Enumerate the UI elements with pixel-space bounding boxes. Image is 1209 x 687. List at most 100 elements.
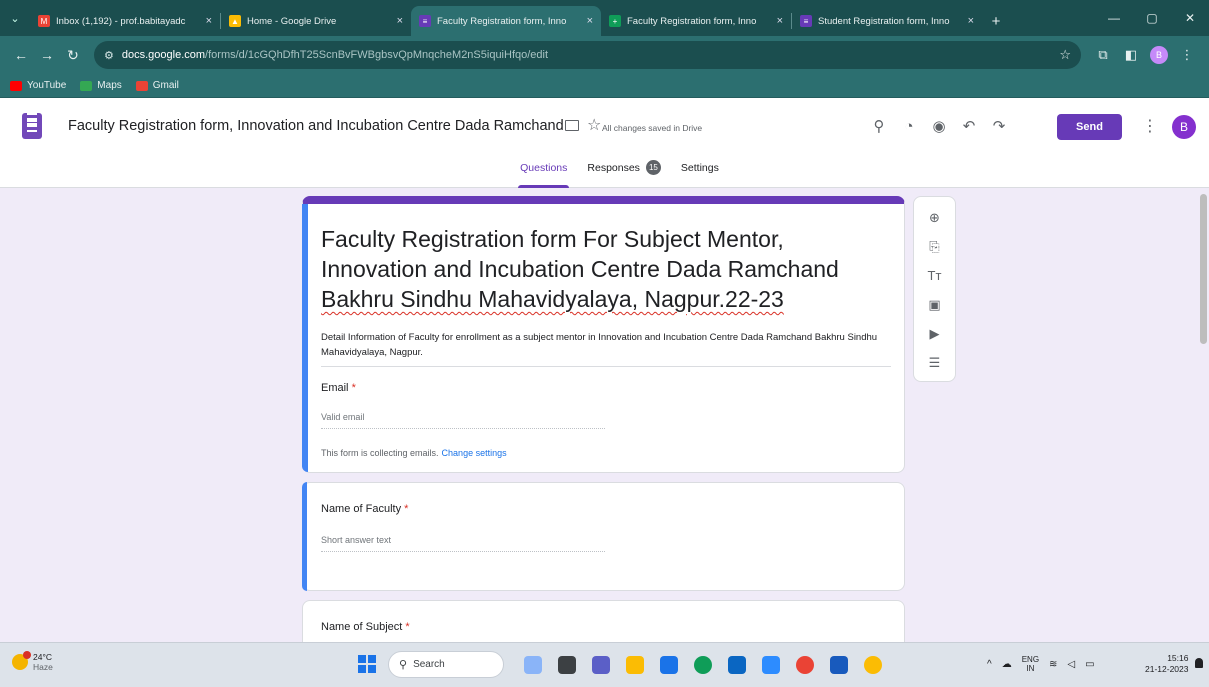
preview-eye-icon[interactable]: ◉ bbox=[924, 114, 954, 138]
battery-icon[interactable]: ▭ bbox=[1085, 659, 1094, 670]
weather-widget[interactable]: 24°C Haze bbox=[12, 651, 53, 672]
close-icon[interactable]: × bbox=[587, 15, 593, 27]
taskbar-app-zoom-icon[interactable] bbox=[756, 651, 786, 679]
add-question-icon[interactable]: ⊕ bbox=[920, 203, 950, 232]
back-icon[interactable]: ← bbox=[8, 42, 34, 68]
address-bar[interactable]: ⚙ docs.google.com /forms/d/1cGQhDfhT25Sc… bbox=[94, 41, 1081, 69]
form-title-line: Bakhru Sindhu Mahavidyalaya, Nagpur.22-2… bbox=[321, 286, 784, 312]
bookmark-youtube[interactable]: YouTube bbox=[10, 80, 66, 91]
search-icon: ⚲ bbox=[399, 659, 408, 671]
drive-icon: ▲ bbox=[229, 15, 241, 27]
taskbar-search[interactable]: ⚲ Search bbox=[388, 651, 504, 678]
taskbar-app-edge-icon[interactable] bbox=[688, 651, 718, 679]
system-tray: ^ ☁ ENG IN ≋ ◁ ▭ bbox=[987, 655, 1105, 673]
form-canvas: Faculty Registration form For Subject Me… bbox=[0, 188, 1209, 642]
wifi-icon[interactable]: ≋ bbox=[1049, 659, 1057, 670]
question-card[interactable]: Name of Subject * bbox=[302, 600, 905, 642]
taskbar-app-outlook-icon[interactable] bbox=[722, 651, 752, 679]
bookmark-gmail[interactable]: Gmail bbox=[135, 80, 179, 91]
minimize-icon[interactable]: — bbox=[1095, 0, 1133, 36]
browser-tab-faculty-form[interactable]: ≡ Faculty Registration form, Inno × bbox=[411, 6, 601, 36]
gmail-icon: M bbox=[38, 15, 50, 27]
forms-icon: ≡ bbox=[419, 15, 431, 27]
tab-label: Settings bbox=[680, 162, 719, 174]
form-description[interactable]: Detail Information of Faculty for enroll… bbox=[321, 330, 891, 367]
browser-tab-student-form[interactable]: ≡ Student Registration form, Inno × bbox=[792, 6, 982, 36]
windows-start-icon[interactable] bbox=[358, 655, 376, 673]
clock-time: 15:16 bbox=[1167, 653, 1189, 663]
language-indicator[interactable]: ENG IN bbox=[1022, 655, 1039, 673]
form-title[interactable]: Faculty Registration form For Subject Me… bbox=[321, 224, 891, 314]
taskbar-app-chat-icon[interactable] bbox=[586, 651, 616, 679]
browser-tab-strip: ⌄ M Inbox (1,192) - prof.babitayadc × ▲ … bbox=[0, 0, 1209, 36]
forms-logo-icon[interactable] bbox=[22, 113, 42, 139]
extensions-icon[interactable]: ⧉ bbox=[1089, 41, 1117, 69]
close-icon[interactable]: × bbox=[968, 15, 974, 27]
side-panel-icon[interactable]: ◧ bbox=[1117, 41, 1145, 69]
account-avatar[interactable]: B bbox=[1172, 115, 1196, 139]
star-icon[interactable]: ☆ bbox=[587, 115, 601, 135]
taskbar-app-widgets-icon[interactable] bbox=[518, 651, 548, 679]
more-options-icon[interactable]: ⋮ bbox=[1142, 116, 1158, 136]
profile-button[interactable]: B bbox=[1145, 41, 1173, 69]
onedrive-icon[interactable]: ☁ bbox=[1002, 659, 1012, 670]
bookmark-star-icon[interactable]: ☆ bbox=[1059, 47, 1071, 63]
add-video-icon[interactable]: ▶ bbox=[920, 319, 950, 348]
undo-icon[interactable]: ↶ bbox=[954, 114, 984, 138]
reload-icon[interactable]: ↻ bbox=[60, 42, 86, 68]
forms-icon: ≡ bbox=[800, 15, 812, 27]
close-icon[interactable]: × bbox=[777, 15, 783, 27]
system-clock[interactable]: 15:16 21-12-2023 bbox=[1145, 653, 1188, 675]
clock-date: 21-12-2023 bbox=[1145, 664, 1189, 674]
tab-questions[interactable]: Questions bbox=[510, 162, 577, 188]
temperature: 24°C bbox=[33, 652, 52, 662]
add-image-icon[interactable]: ▣ bbox=[920, 290, 950, 319]
pinned-apps bbox=[518, 651, 892, 679]
close-window-icon[interactable]: ✕ bbox=[1171, 0, 1209, 36]
document-title[interactable]: Faculty Registration form, Innovation an… bbox=[68, 118, 568, 134]
tab-search-icon[interactable]: ⌄ bbox=[0, 0, 30, 36]
addons-icon[interactable]: ⚲ bbox=[864, 114, 894, 138]
volume-icon[interactable]: ◁ bbox=[1067, 659, 1075, 670]
add-section-icon[interactable]: ☰ bbox=[920, 348, 950, 377]
question-card[interactable]: Name of Faculty * Short answer text bbox=[302, 482, 905, 591]
change-settings-link[interactable]: Change settings bbox=[442, 448, 507, 458]
browser-tab-gmail[interactable]: M Inbox (1,192) - prof.babitayadc × bbox=[30, 6, 220, 36]
close-icon[interactable]: × bbox=[397, 15, 403, 27]
new-tab-button[interactable]: + bbox=[982, 6, 1010, 36]
taskbar-app-explorer-icon[interactable] bbox=[620, 651, 650, 679]
url-host: docs.google.com bbox=[121, 49, 206, 61]
tab-responses[interactable]: Responses 15 bbox=[577, 160, 671, 188]
notification-bell-icon[interactable] bbox=[1195, 658, 1203, 668]
taskbar-app-taskview-icon[interactable] bbox=[552, 651, 582, 679]
palette-icon[interactable]: ◔ bbox=[894, 114, 924, 138]
taskbar-app-chrome-profile-icon[interactable] bbox=[858, 651, 888, 679]
page-scrollbar[interactable] bbox=[1200, 194, 1207, 344]
browser-toolbar: ← → ↻ ⚙ docs.google.com /forms/d/1cGQhDf… bbox=[0, 36, 1209, 74]
move-to-folder-icon[interactable] bbox=[565, 120, 579, 131]
add-title-icon[interactable]: Tт bbox=[920, 261, 950, 290]
show-hidden-icons[interactable]: ^ bbox=[987, 659, 992, 670]
collecting-note-text: This form is collecting emails. bbox=[321, 448, 439, 458]
taskbar-app-store-icon[interactable] bbox=[654, 651, 684, 679]
taskbar-app-chrome-icon[interactable] bbox=[790, 651, 820, 679]
forward-icon[interactable]: → bbox=[34, 42, 60, 68]
browser-tab-drive[interactable]: ▲ Home - Google Drive × bbox=[221, 6, 411, 36]
browser-tab-faculty-sheet[interactable]: + Faculty Registration form, Inno × bbox=[601, 6, 791, 36]
question-toolbar: ⊕ ⎘ Tт ▣ ▶ ☰ bbox=[913, 196, 956, 382]
tab-settings[interactable]: Settings bbox=[671, 162, 729, 188]
site-info-icon[interactable]: ⚙ bbox=[104, 49, 114, 62]
short-answer-field[interactable]: Short answer text bbox=[321, 535, 605, 552]
taskbar-app-word-icon[interactable] bbox=[824, 651, 854, 679]
required-marker: * bbox=[404, 503, 409, 515]
close-icon[interactable]: × bbox=[206, 15, 212, 27]
import-questions-icon[interactable]: ⎘ bbox=[920, 232, 950, 261]
browser-menu-icon[interactable]: ⋮ bbox=[1173, 41, 1201, 69]
bookmark-maps[interactable]: Maps bbox=[80, 80, 122, 91]
search-label: Search bbox=[413, 659, 445, 670]
email-field[interactable]: Valid email bbox=[321, 412, 605, 429]
form-header-card[interactable]: Faculty Registration form For Subject Me… bbox=[302, 196, 905, 473]
send-button[interactable]: Send bbox=[1057, 114, 1122, 140]
redo-icon[interactable]: ↷ bbox=[984, 114, 1014, 138]
restore-icon[interactable]: ▢ bbox=[1133, 0, 1171, 36]
